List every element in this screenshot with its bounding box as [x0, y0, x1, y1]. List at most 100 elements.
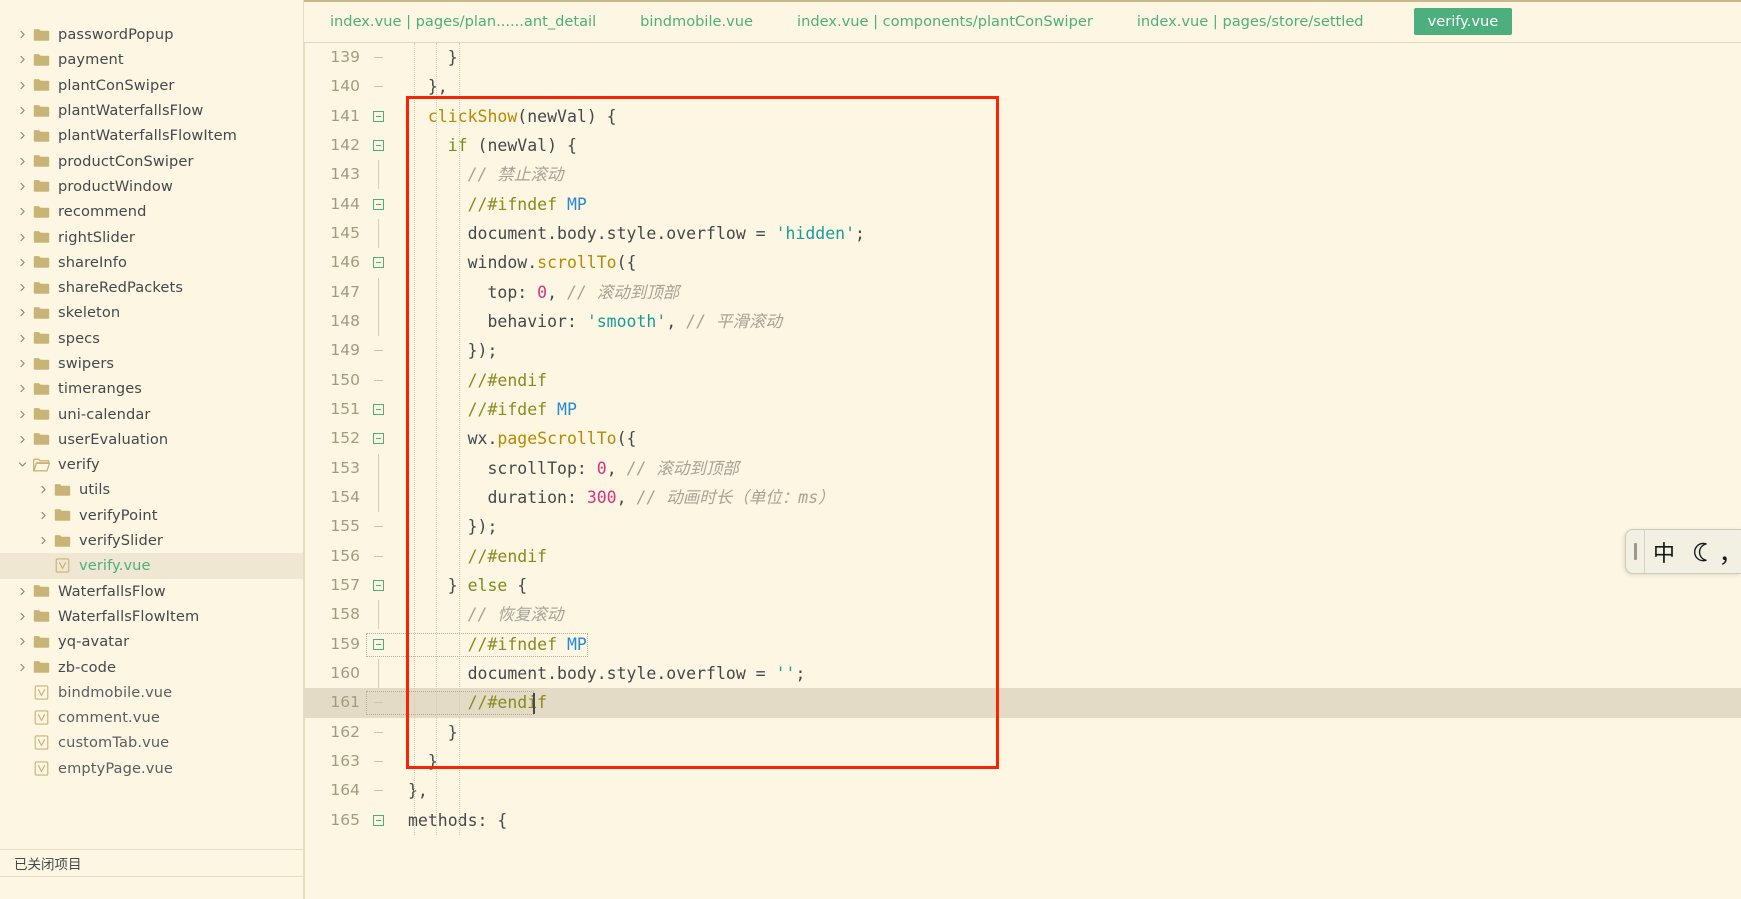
code-lines[interactable]: 139 } 140 }, 141 clickShow(newVal) {142 if… [304, 43, 1741, 835]
editor-tab[interactable]: index.vue | components/plantConSwiper [775, 0, 1115, 42]
code-line[interactable]: 158 // 恢复滚动 [304, 600, 1741, 630]
fold-toggle-icon[interactable] [366, 814, 390, 826]
chevron-right-icon[interactable] [14, 233, 30, 242]
chevron-right-icon[interactable] [35, 536, 51, 545]
ime-language-mode-button[interactable]: 中 [1645, 530, 1683, 573]
tree-item-productwindow[interactable]: productWindow [0, 174, 303, 199]
tree-item-waterfallsflow[interactable]: WaterfallsFlow [0, 579, 303, 604]
tree-item-comment-vue[interactable]: comment.vue [0, 705, 303, 730]
chevron-right-icon[interactable] [14, 334, 30, 343]
chevron-right-icon[interactable] [14, 612, 30, 621]
code-line[interactable]: 157 } else { [304, 571, 1741, 600]
chevron-right-icon[interactable] [14, 663, 30, 672]
fold-toggle-icon[interactable] [366, 638, 390, 650]
code-line[interactable]: 154 duration: 300, // 动画时长（单位：ms） [304, 483, 1741, 513]
chevron-right-icon[interactable] [14, 106, 30, 115]
editor-tab[interactable]: bindmobile.vue [618, 0, 775, 42]
fold-toggle-icon[interactable] [366, 580, 390, 592]
ime-punctuation-button[interactable]: ， [1721, 530, 1741, 573]
fold-toggle-icon[interactable] [366, 110, 390, 122]
code-line[interactable]: 141 clickShow(newVal) { [304, 102, 1741, 131]
chevron-down-icon[interactable] [14, 460, 30, 469]
chevron-right-icon[interactable] [14, 435, 30, 444]
tree-item-uni-calendar[interactable]: uni-calendar [0, 401, 303, 426]
fold-toggle-icon[interactable] [366, 404, 390, 416]
code-line[interactable]: 160 document.body.style.overflow = ''; [304, 659, 1741, 689]
chevron-right-icon[interactable] [14, 258, 30, 267]
tree-item-swipers[interactable]: swipers [0, 351, 303, 376]
chevron-right-icon[interactable] [35, 485, 51, 494]
tree-item-skeleton[interactable]: skeleton [0, 300, 303, 325]
code-line[interactable]: 151 //#ifdef MP [304, 395, 1741, 424]
code-line[interactable]: 159 //#ifndef MP [304, 630, 1741, 659]
fold-toggle-icon[interactable] [366, 433, 390, 445]
chevron-right-icon[interactable] [14, 283, 30, 292]
tree-item-recommend[interactable]: recommend [0, 199, 303, 224]
file-tree[interactable]: passwordPopup payment plantConSwiper plantW… [0, 22, 303, 849]
chevron-right-icon[interactable] [14, 207, 30, 216]
closed-projects-bar[interactable]: 已关闭项目 [0, 849, 303, 876]
tree-item-productconswiper[interactable]: productConSwiper [0, 148, 303, 173]
editor-tab-bar[interactable]: index.vue | pages/plan......ant_detail bi… [304, 0, 1741, 43]
chevron-right-icon[interactable] [14, 81, 30, 90]
code-line[interactable]: 140 }, [304, 72, 1741, 101]
code-line[interactable]: 163 } [304, 747, 1741, 776]
chevron-right-icon[interactable] [14, 182, 30, 191]
fold-toggle-icon[interactable] [366, 140, 390, 152]
tree-item-timeranges[interactable]: timeranges [0, 376, 303, 401]
chevron-right-icon[interactable] [14, 359, 30, 368]
tree-item-specs[interactable]: specs [0, 326, 303, 351]
code-line[interactable]: 164}, [304, 776, 1741, 805]
code-line[interactable]: 143 // 禁止滚动 [304, 160, 1741, 190]
tree-item-waterfallsflowitem[interactable]: WaterfallsFlowItem [0, 604, 303, 629]
code-line[interactable]: 165 methods: { [304, 806, 1741, 835]
editor-tab[interactable]: index.vue | pages/plan......ant_detail [304, 0, 618, 42]
tree-item-plantconswiper[interactable]: plantConSwiper [0, 73, 303, 98]
tree-item-shareredpackets[interactable]: shareRedPackets [0, 275, 303, 300]
ime-floating-toolbar[interactable]: 中 ， [1625, 529, 1741, 574]
tree-item-plantwaterfallsflow[interactable]: plantWaterfallsFlow [0, 98, 303, 123]
code-line[interactable]: 153 scrollTop: 0, // 滚动到顶部 [304, 453, 1741, 483]
code-line[interactable]: 148 behavior: 'smooth', // 平滑滚动 [304, 307, 1741, 337]
tree-item-shareinfo[interactable]: shareInfo [0, 250, 303, 275]
fold-toggle-icon[interactable] [366, 198, 390, 210]
code-line[interactable]: 155 }); [304, 512, 1741, 541]
tree-item-bindmobile-vue[interactable]: bindmobile.vue [0, 680, 303, 705]
chevron-right-icon[interactable] [14, 410, 30, 419]
code-line[interactable]: 147 top: 0, // 滚动到顶部 [304, 277, 1741, 307]
chevron-right-icon[interactable] [14, 587, 30, 596]
chevron-right-icon[interactable] [14, 308, 30, 317]
tree-item-payment[interactable]: payment [0, 47, 303, 72]
tree-item-utils[interactable]: utils [0, 477, 303, 502]
code-line[interactable]: 150 //#endif [304, 366, 1741, 395]
chevron-right-icon[interactable] [14, 55, 30, 64]
chevron-right-icon[interactable] [14, 384, 30, 393]
chevron-right-icon[interactable] [14, 637, 30, 646]
code-line[interactable]: 161 //#endif [304, 688, 1741, 718]
code-line[interactable]: 142 if (newVal) { [304, 131, 1741, 160]
ime-drag-handle[interactable] [1626, 530, 1645, 573]
code-line[interactable]: 146 window.scrollTo({ [304, 248, 1741, 277]
code-line[interactable]: 139 } [304, 43, 1741, 72]
chevron-right-icon[interactable] [14, 131, 30, 140]
fold-toggle-icon[interactable] [366, 257, 390, 269]
chevron-right-icon[interactable] [14, 157, 30, 166]
code-line[interactable]: 162 } [304, 718, 1741, 747]
tree-item-plantwaterfallsflowitem[interactable]: plantWaterfallsFlowItem [0, 123, 303, 148]
editor-tab[interactable]: index.vue | pages/store/settled [1115, 0, 1386, 42]
tree-item-verify-vue[interactable]: verify.vue [0, 553, 303, 579]
tree-item-emptypage-vue[interactable]: emptyPage.vue [0, 756, 303, 781]
chevron-right-icon[interactable] [14, 30, 30, 39]
moon-icon[interactable] [1683, 530, 1721, 573]
tree-item-verifypoint[interactable]: verifyPoint [0, 503, 303, 528]
tree-item-passwordpopup[interactable]: passwordPopup [0, 22, 303, 47]
code-line[interactable]: 149 }); [304, 336, 1741, 365]
code-line[interactable]: 156 //#endif [304, 542, 1741, 571]
tree-item-verifyslider[interactable]: verifySlider [0, 528, 303, 553]
tree-item-rightslider[interactable]: rightSlider [0, 224, 303, 249]
code-editor[interactable]: 139 } 140 }, 141 clickShow(newVal) {142 if… [304, 43, 1741, 899]
code-line[interactable]: 144 //#ifndef MP [304, 190, 1741, 219]
code-line[interactable]: 145 document.body.style.overflow = 'hidd… [304, 219, 1741, 249]
code-line[interactable]: 152 wx.pageScrollTo({ [304, 424, 1741, 453]
chevron-right-icon[interactable] [35, 511, 51, 520]
